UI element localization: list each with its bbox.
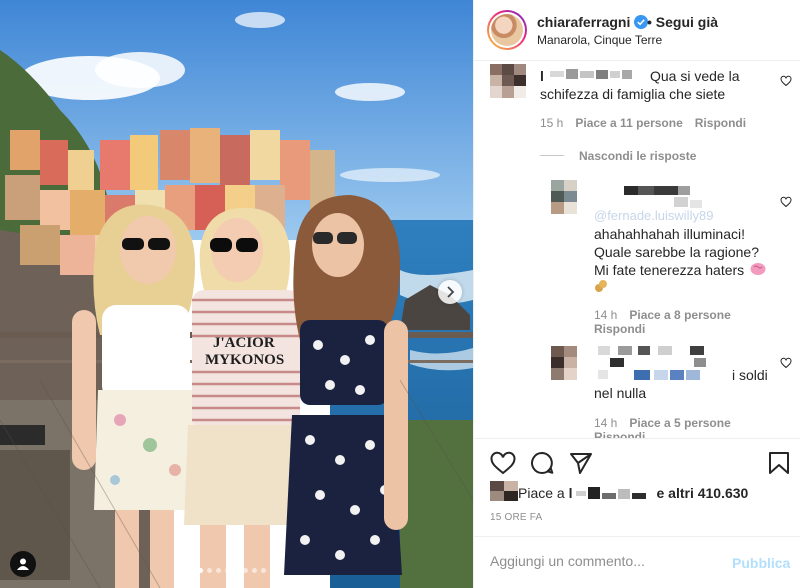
heart-icon[interactable]: [780, 196, 792, 208]
hide-replies-button[interactable]: Nascondi le risposte: [579, 149, 696, 163]
reply-meta: 14 h Piace a 8 persone: [594, 308, 743, 322]
comment-icon[interactable]: [530, 451, 554, 475]
instagram-post-view: J'ACIOR MYKONOS chiaraferragni • Segui g…: [0, 0, 800, 588]
comment-meta: 15 h Piace a 11 persone Rispondi: [540, 116, 758, 130]
avatar[interactable]: [551, 346, 577, 380]
post-timestamp[interactable]: 15 ORE FA: [490, 512, 542, 523]
chevron-right-icon: [447, 286, 455, 298]
reply-meta: 14 h Piace a 5 persone: [594, 416, 743, 430]
carousel-dot: [198, 568, 203, 573]
reply-text-line1: ahahahhahah illuminaci!: [594, 226, 745, 242]
post-photo[interactable]: J'ACIOR MYKONOS: [0, 0, 473, 588]
bookmark-icon[interactable]: [768, 451, 790, 475]
person-right: [284, 195, 408, 575]
carousel-dot: [207, 568, 212, 573]
carousel-dot: [216, 568, 221, 573]
reply-button[interactable]: Rispondi: [594, 322, 645, 336]
comment-username[interactable]: l: [540, 67, 544, 85]
avatar[interactable]: [551, 180, 577, 214]
carousel-dot: [270, 568, 275, 573]
peanut-emoji-icon: [595, 280, 607, 292]
pixelated-liker-name: [576, 487, 647, 499]
likes-partial-user[interactable]: l: [569, 485, 573, 501]
mention-link[interactable]: @fernade.luiswilly89: [594, 207, 713, 225]
likes-summary[interactable]: Piace a l e altri 410.630: [490, 481, 748, 501]
likes-suffix[interactable]: e altri 410.630: [656, 485, 748, 501]
comments-list[interactable]: l Qua si vede la schifezza di famiglia c…: [474, 62, 800, 438]
shirt-text-2: MYKONOS: [205, 352, 284, 368]
reply-text-line2: Quale sarebbe la ragione?: [594, 244, 760, 260]
pixelated-liker-avatar: [490, 481, 518, 501]
replies-divider: [540, 155, 564, 156]
publish-button[interactable]: Pubblica: [732, 555, 790, 571]
avatar-image: [491, 14, 523, 46]
heart-icon[interactable]: [780, 75, 792, 87]
username-text: chiaraferragni: [537, 14, 631, 30]
pixelated-username: [598, 346, 706, 380]
comment-text-line2: schifezza di famiglia che siete: [540, 86, 726, 102]
user-tag-icon: [17, 558, 29, 570]
location-link[interactable]: Manarola, Cinque Terre: [537, 33, 662, 47]
paper-plane-icon[interactable]: [569, 451, 593, 475]
comment-time[interactable]: 15 h: [540, 116, 563, 130]
carousel-dot: [234, 568, 239, 573]
reply-time[interactable]: 14 h: [594, 416, 617, 430]
add-comment-bar: Pubblica: [474, 536, 800, 588]
photo-scene: J'ACIOR MYKONOS: [0, 0, 473, 588]
carousel-next-button[interactable]: [438, 280, 462, 304]
person-middle: J'ACIOR MYKONOS: [184, 207, 300, 588]
comment-input[interactable]: [490, 553, 720, 569]
avatar[interactable]: [490, 64, 526, 98]
likes-prefix: Piace a: [518, 485, 569, 501]
avatar[interactable]: [487, 10, 527, 50]
tagged-users-button[interactable]: [10, 551, 36, 577]
action-bar: [474, 438, 800, 475]
reply-button[interactable]: Rispondi: [594, 430, 645, 438]
post-sidebar: chiaraferragni • Segui già Manarola, Cin…: [473, 0, 800, 588]
carousel-dots: [0, 568, 473, 573]
reply-likes[interactable]: Piace a 8 persone: [629, 308, 730, 322]
brain-emoji-icon: [750, 263, 766, 275]
reply-text-line3: Mi fate tenerezza haters: [594, 262, 745, 278]
reply-button[interactable]: Rispondi: [695, 116, 746, 130]
shirt-text-1: J'ACIOR: [213, 335, 275, 351]
username-link[interactable]: chiaraferragni: [537, 14, 649, 30]
reply-text-end: i soldi: [732, 367, 768, 383]
comment-text-line1: Qua si vede la: [650, 68, 740, 84]
follow-status-button[interactable]: • Segui già: [647, 14, 718, 30]
comment-likes[interactable]: Piace a 11 persone: [575, 116, 682, 130]
reply-text-line2: nel nulla: [594, 385, 647, 401]
carousel-dot: [261, 568, 266, 573]
carousel-dot: [252, 568, 257, 573]
carousel-dot: [243, 568, 248, 573]
pixelated-username: [550, 69, 632, 79]
heart-icon[interactable]: [780, 357, 792, 369]
reply-time[interactable]: 14 h: [594, 308, 617, 322]
reply-likes[interactable]: Piace a 5 persone: [629, 416, 730, 430]
carousel-dot: [225, 568, 230, 573]
post-header: chiaraferragni • Segui già Manarola, Cin…: [474, 0, 800, 61]
heart-icon[interactable]: [490, 451, 516, 475]
